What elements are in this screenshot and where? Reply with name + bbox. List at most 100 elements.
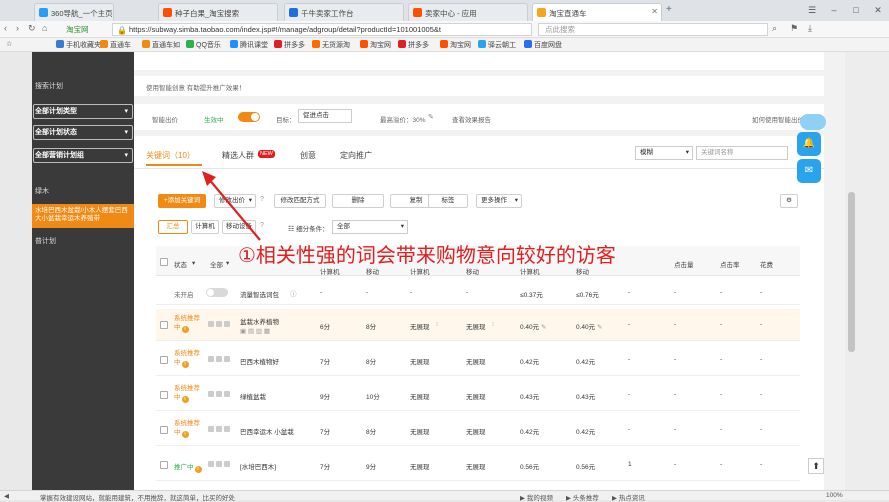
col-status-filter-icon[interactable]: ▾ [192, 259, 195, 267]
browser-tab-3[interactable]: 千牛卖家工作台 [284, 3, 404, 21]
col-ctr[interactable]: 点击率 [720, 259, 740, 269]
bookmark-item[interactable]: 淘宝网 [440, 40, 471, 50]
edit-icon[interactable]: ✎ [428, 113, 434, 121]
forward-icon[interactable]: › [16, 23, 19, 33]
download-icon[interactable]: ⤓ [808, 23, 812, 34]
bookmark-item[interactable]: QQ音乐 [186, 40, 221, 50]
row-checkbox[interactable] [160, 391, 168, 399]
row-tool-icons[interactable]: ▣ ▤ ▥ ▦ [240, 327, 270, 335]
status-news-ticker[interactable]: 掌握有效建设网站，就能用建筑，不用推辞，就这简单，比买的好处 [40, 492, 235, 502]
select-all-checkbox[interactable] [160, 258, 168, 266]
col-clicks[interactable]: 点击量 [674, 259, 694, 269]
scrollbar-thumb[interactable] [848, 192, 855, 352]
bookmark-item[interactable]: 百度网盘 [524, 40, 562, 50]
bookmark-item[interactable]: 直通车 [100, 40, 131, 50]
zoom-level[interactable]: 100% [826, 492, 843, 499]
chevron-down-icon[interactable]: ▾ [226, 259, 229, 267]
plan-group-select[interactable]: 全部营销计划组 ▾ [33, 148, 133, 163]
col-all-filter[interactable]: 全部 [210, 259, 223, 269]
change-match-button[interactable]: 修改匹配方式 [274, 194, 326, 208]
plan-status-select[interactable]: 全部计划状态 ▾ [33, 125, 133, 140]
refresh-icon[interactable]: ↻ [28, 23, 36, 34]
target-select[interactable]: 促进点击 [298, 109, 352, 123]
sidebar-item-plan-2[interactable]: 普计划 [35, 236, 56, 246]
table-row[interactable]: 系统推荐中 i 盆栽水养植物 ▣ ▤ ▥ ▦ 6分 8分 无展现 ⁝ 无展现 ⁝ … [156, 309, 800, 341]
menu-icon[interactable]: ☰ [801, 0, 823, 21]
col-cost[interactable]: 花费 [760, 259, 773, 269]
tag-button[interactable]: 标签 [428, 194, 468, 208]
back-to-top-icon[interactable]: ⬆ [808, 458, 824, 474]
browser-tab-4[interactable]: 卖家中心 - 应用 [408, 3, 528, 21]
back-icon[interactable]: ‹ [4, 23, 7, 33]
page-scrollbar[interactable] [845, 52, 889, 490]
status-item[interactable]: ▶ 我的视频 [520, 492, 553, 502]
bookmark-item[interactable]: 驿云朝工 [478, 40, 516, 50]
feedback-icon[interactable]: ✉ [797, 159, 821, 183]
tab-selected-audience[interactable]: 精选人群 [222, 150, 254, 161]
how-to-link[interactable]: 如何使用智能出价 [752, 114, 804, 124]
row-action-icons[interactable] [208, 356, 232, 363]
row-action-icons[interactable] [208, 321, 232, 328]
keyword-search-input[interactable]: 关键词名称 [696, 146, 788, 160]
more-actions-button[interactable]: 更多操作 ▾ [476, 194, 522, 208]
bookmark-item[interactable]: 腾讯课堂 [230, 40, 268, 50]
home-icon[interactable]: ⌂ [42, 23, 47, 33]
chart-icon[interactable]: ⁝ [492, 320, 494, 328]
minimize-icon[interactable]: – [823, 0, 845, 21]
tab-creative[interactable]: 创意 [300, 150, 316, 161]
bookmark-item[interactable]: 无货源淘 [312, 40, 350, 50]
row-checkbox[interactable] [160, 461, 168, 469]
bookmark-item[interactable]: 拼多多 [398, 40, 429, 50]
bookmark-item[interactable]: 直通车如 [142, 40, 180, 50]
subtab-summary[interactable]: 汇总 [158, 220, 188, 234]
row-action-icons[interactable] [208, 461, 232, 468]
row-checkbox[interactable] [160, 321, 168, 329]
tab-keywords[interactable]: 关键词（10） [146, 150, 195, 161]
smart-bid-toggle[interactable] [238, 112, 260, 122]
delete-button[interactable]: 删除 [332, 194, 384, 208]
row-checkbox[interactable] [160, 426, 168, 434]
status-arrow-icon[interactable]: ◀ [4, 492, 9, 500]
table-row[interactable]: 系统推荐中 i 绿植盆栽 9分 10分 无展现 无展现 0.43元 0.43元 -… [156, 379, 800, 411]
chevron-down-icon: ▾ [685, 149, 689, 156]
url-input[interactable]: 🔒 https://subway.simba.taobao.com/index.… [112, 23, 532, 36]
bookmark-item[interactable]: 拼多多 [274, 40, 305, 50]
bell-icon[interactable]: 🔔 [797, 132, 821, 156]
table-row[interactable]: 系统推荐中 i 巴西木植物好 7分 8分 无展现 无展现 0.42元 0.42元 … [156, 344, 800, 376]
view-report-link[interactable]: 查看效果报告 [452, 114, 491, 124]
info-icon[interactable]: ⓘ [290, 288, 297, 298]
browser-tab-2[interactable]: 种子白果_淘宝搜索 [158, 3, 278, 21]
new-tab-icon[interactable]: + [666, 4, 672, 15]
search-icon[interactable]: ⌕ [772, 23, 777, 34]
sidebar-item-plan[interactable]: 绿木 [35, 186, 49, 196]
search-input[interactable]: 点此搜索 [538, 23, 768, 36]
row-toggle[interactable] [206, 288, 228, 297]
maximize-icon[interactable]: □ [845, 0, 867, 21]
table-row[interactable]: 推广中 i [水培巴西木] 7分 9分 无展现 无展现 0.56元 0.56元 1… [156, 449, 800, 481]
bookmarks-toggle-icon[interactable]: ☆ [6, 40, 12, 48]
row-rank-mobile: 无展现 [466, 464, 486, 471]
settings-button[interactable]: ⚙ [780, 194, 798, 208]
row-bid-mobile[interactable]: 0.40元 ✎ [576, 321, 602, 331]
browser-tab-5-active[interactable]: 淘宝直通车 ✕ [532, 3, 662, 21]
status-item[interactable]: ▶ 热点资讯 [612, 492, 645, 502]
status-item[interactable]: ▶ 头条推荐 [566, 492, 599, 502]
plan-type-select[interactable]: 全部计划类型 ▾ [33, 104, 133, 119]
close-window-icon[interactable]: ✕ [867, 0, 889, 21]
chart-icon[interactable]: ⁝ [436, 320, 438, 328]
detail-select[interactable]: 全部 ▾ [332, 220, 408, 234]
row-action-icons[interactable] [208, 426, 232, 433]
tab-targeting[interactable]: 定向推广 [340, 150, 372, 161]
sidebar-item-active[interactable]: 水培巴西木盆栽/小木人摆套巴西大小盆栽幸运木养殖带 [32, 204, 134, 228]
browser-tab-1[interactable]: 360导航_一个主页，整个世界 [34, 3, 114, 21]
match-select[interactable]: 模糊 ▾ [635, 146, 693, 160]
bookmark-item[interactable]: 淘宝网 [360, 40, 391, 50]
table-row[interactable]: 系统推荐中 i 巴西幸运木 小盆栽 7分 8分 无展现 无展现 0.42元 0.4… [156, 414, 800, 446]
extension-icon[interactable]: ⚑ [790, 23, 798, 34]
close-tab-icon[interactable]: ✕ [651, 7, 658, 16]
row-dash: - [760, 289, 763, 296]
row-checkbox[interactable] [160, 356, 168, 364]
row-action-icons[interactable] [208, 391, 232, 398]
bookmark-item[interactable]: 手机收藏夹 [56, 40, 101, 50]
row-bid-pc[interactable]: 0.40元 ✎ [520, 321, 546, 331]
